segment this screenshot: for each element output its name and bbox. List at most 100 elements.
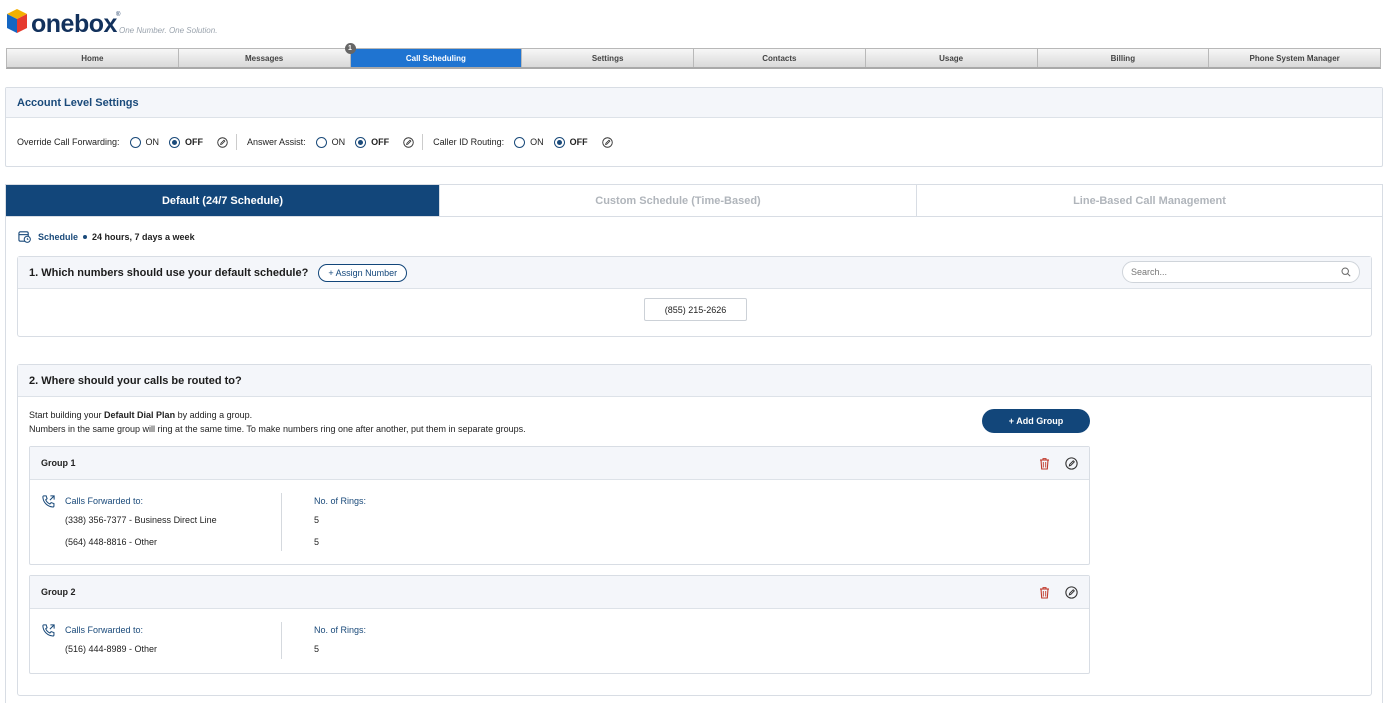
edit-icon[interactable] bbox=[1065, 586, 1078, 599]
group-actions bbox=[1024, 586, 1078, 599]
messages-count-badge: 1 bbox=[344, 43, 356, 54]
group-header: Group 2 bbox=[30, 576, 1089, 609]
divider bbox=[422, 134, 424, 150]
column-divider bbox=[281, 622, 282, 659]
radio-off-label: OFF bbox=[371, 137, 390, 147]
radio-on-label: ON bbox=[331, 137, 346, 147]
assigned-number-chip[interactable]: (855) 215-2626 bbox=[644, 298, 747, 321]
radio-unchecked-icon[interactable] bbox=[315, 136, 327, 148]
override-call-forwarding-on-radio[interactable]: ON bbox=[129, 136, 160, 148]
group-card: Group 2 Calls Forwarded to: (516) 444-89… bbox=[29, 575, 1090, 674]
override-call-forwarding-off-radio[interactable]: OFF bbox=[169, 136, 203, 148]
call-routing-header: 2. Where should your calls be routed to? bbox=[18, 365, 1371, 397]
caller-id-routing-on-radio[interactable]: ON bbox=[514, 136, 544, 148]
radio-checked-icon[interactable] bbox=[553, 136, 565, 148]
nav-billing[interactable]: Billing bbox=[1038, 49, 1210, 67]
nav-phone-system-manager-label: Phone System Manager bbox=[1249, 53, 1340, 63]
radio-on-label: ON bbox=[145, 137, 160, 147]
assign-number-button[interactable]: + Assign Number bbox=[318, 263, 408, 282]
account-level-settings: Account Level Settings Override Call For… bbox=[5, 87, 1383, 167]
default-numbers-header: 1. Which numbers should use your default… bbox=[18, 257, 1371, 289]
group-name: Group 1 bbox=[41, 458, 76, 468]
rings-column: No. of Rings: 5 5 bbox=[314, 496, 366, 559]
override-call-forwarding-label: Override Call Forwarding: bbox=[17, 137, 120, 147]
nav-usage[interactable]: Usage bbox=[866, 49, 1038, 67]
nav-messages[interactable]: Messages 1 bbox=[179, 43, 356, 67]
edit-icon[interactable] bbox=[1065, 457, 1078, 470]
tab-line-based-call-management[interactable]: Line-Based Call Management bbox=[917, 185, 1382, 216]
intro-text-line2: Numbers in the same group will ring at t… bbox=[29, 424, 526, 434]
dial-plan-intro: Start building your Default Dial Plan by… bbox=[29, 408, 526, 436]
group-header: Group 1 bbox=[30, 447, 1089, 480]
group-actions bbox=[1024, 457, 1078, 470]
forwarded-number: (564) 448-8816 - Other bbox=[65, 537, 158, 547]
phone-forward-icon bbox=[42, 495, 55, 508]
divider bbox=[236, 134, 238, 150]
column-divider bbox=[281, 493, 282, 551]
default-numbers-title: 1. Which numbers should use your default… bbox=[29, 266, 309, 279]
schedule-summary: Schedule 24 hours, 7 days a week bbox=[18, 230, 195, 243]
radio-checked-icon[interactable] bbox=[169, 136, 181, 148]
intro-text-suffix: by adding a group. bbox=[175, 410, 253, 420]
account-settings-row: Override Call Forwarding: ON OFF Answer … bbox=[6, 118, 1382, 150]
caller-id-routing-off-radio[interactable]: OFF bbox=[553, 136, 588, 148]
default-numbers-section: 1. Which numbers should use your default… bbox=[17, 256, 1372, 337]
edit-icon[interactable] bbox=[601, 136, 613, 148]
account-settings-title: Account Level Settings bbox=[6, 88, 1382, 118]
forwarded-numbers-column: Calls Forwarded to: (338) 356-7377 - Bus… bbox=[65, 496, 217, 559]
search-input[interactable]: Search... bbox=[1122, 261, 1360, 283]
rings-header: No. of Rings: bbox=[314, 496, 367, 506]
search-placeholder: Search... bbox=[1131, 267, 1168, 277]
tab-custom-schedule[interactable]: Custom Schedule (Time-Based) bbox=[440, 185, 917, 216]
nav-billing-label: Billing bbox=[1110, 53, 1136, 63]
rings-count: 5 bbox=[314, 644, 320, 654]
rings-header: No. of Rings: bbox=[314, 625, 367, 635]
search-icon[interactable] bbox=[1341, 267, 1351, 277]
radio-checked-icon[interactable] bbox=[355, 136, 367, 148]
edit-icon[interactable] bbox=[217, 136, 228, 148]
schedule-card: Default (24/7 Schedule) Custom Schedule … bbox=[5, 184, 1383, 703]
schedule-value: 24 hours, 7 days a week bbox=[92, 231, 195, 242]
main-nav: Home Messages 1 Call Scheduling Settings … bbox=[6, 43, 1381, 69]
nav-call-scheduling[interactable]: Call Scheduling bbox=[350, 49, 523, 67]
phone-forward-icon bbox=[42, 624, 55, 637]
calendar-clock-icon bbox=[18, 231, 31, 243]
schedule-label: Schedule bbox=[38, 231, 79, 242]
trash-icon[interactable] bbox=[1038, 457, 1051, 470]
intro-text-bold: Default Dial Plan bbox=[104, 410, 176, 420]
tab-default-schedule[interactable]: Default (24/7 Schedule) bbox=[6, 185, 440, 216]
logo-wordmark: onebox bbox=[31, 10, 117, 38]
forwarded-numbers-column: Calls Forwarded to: (516) 444-8989 - Oth… bbox=[65, 625, 157, 666]
group-name: Group 2 bbox=[41, 587, 76, 597]
rings-count: 5 bbox=[314, 515, 320, 525]
nav-phone-system-manager[interactable]: Phone System Manager bbox=[1209, 49, 1380, 67]
override-call-forwarding-setting: Override Call Forwarding: ON OFF bbox=[17, 136, 228, 148]
answer-assist-on-radio[interactable]: ON bbox=[315, 136, 346, 148]
call-routing-title: 2. Where should your calls be routed to? bbox=[29, 374, 242, 387]
trash-icon[interactable] bbox=[1038, 586, 1051, 599]
edit-icon[interactable] bbox=[403, 136, 414, 148]
rings-count: 5 bbox=[314, 537, 320, 547]
bullet-dot bbox=[83, 234, 88, 239]
forwarded-header: Calls Forwarded to: bbox=[65, 625, 144, 635]
radio-unchecked-icon[interactable] bbox=[129, 136, 141, 148]
nav-settings[interactable]: Settings bbox=[522, 49, 694, 67]
forwarded-header: Calls Forwarded to: bbox=[65, 496, 144, 506]
forwarded-number: (516) 444-8989 - Other bbox=[65, 644, 158, 654]
caller-id-routing-label: Caller ID Routing: bbox=[433, 137, 505, 147]
registered-mark: ® bbox=[116, 12, 121, 18]
radio-unchecked-icon[interactable] bbox=[514, 136, 526, 148]
nav-home[interactable]: Home bbox=[7, 49, 179, 67]
nav-contacts[interactable]: Contacts bbox=[694, 49, 866, 67]
onebox-logo[interactable]: onebox ® One Number. One Solution. bbox=[6, 6, 266, 38]
cube-logo-icon bbox=[7, 9, 27, 33]
add-group-button[interactable]: + Add Group bbox=[982, 409, 1090, 433]
intro-text-prefix: Start building your bbox=[29, 410, 105, 420]
nav-home-label: Home bbox=[81, 53, 104, 63]
nav-contacts-label: Contacts bbox=[762, 53, 797, 63]
answer-assist-off-radio[interactable]: OFF bbox=[355, 136, 390, 148]
nav-usage-label: Usage bbox=[939, 53, 964, 63]
schedule-tabs: Default (24/7 Schedule) Custom Schedule … bbox=[6, 185, 1382, 217]
logo-tagline: One Number. One Solution. bbox=[119, 26, 218, 35]
answer-assist-label: Answer Assist: bbox=[247, 137, 306, 147]
